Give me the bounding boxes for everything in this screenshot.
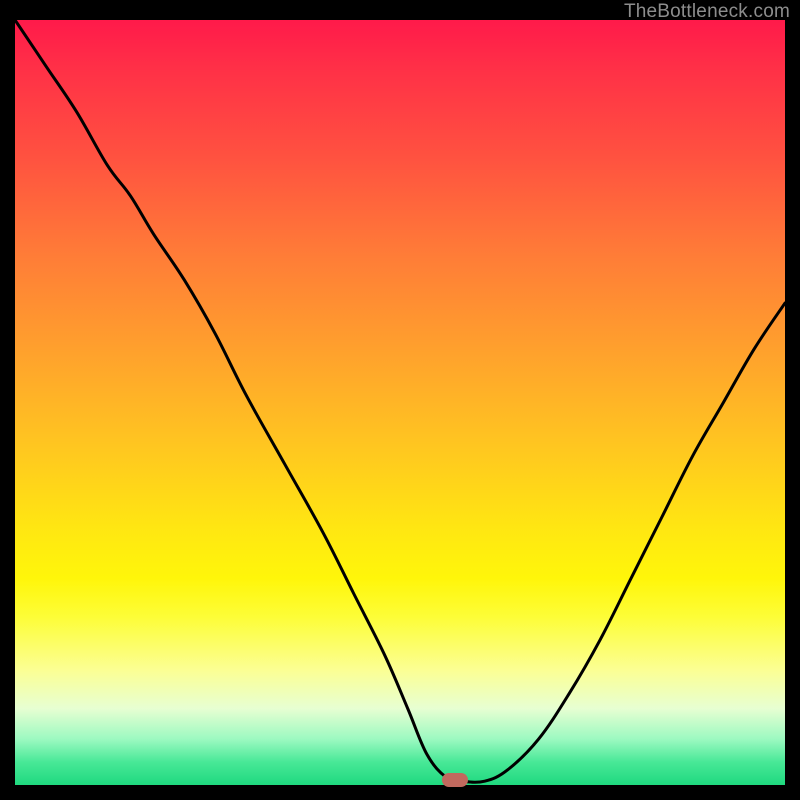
chart-frame: TheBottleneck.com bbox=[0, 0, 800, 800]
bottleneck-curve bbox=[15, 20, 785, 785]
chart-plot-area bbox=[15, 20, 785, 785]
optimal-point-marker bbox=[442, 773, 468, 787]
